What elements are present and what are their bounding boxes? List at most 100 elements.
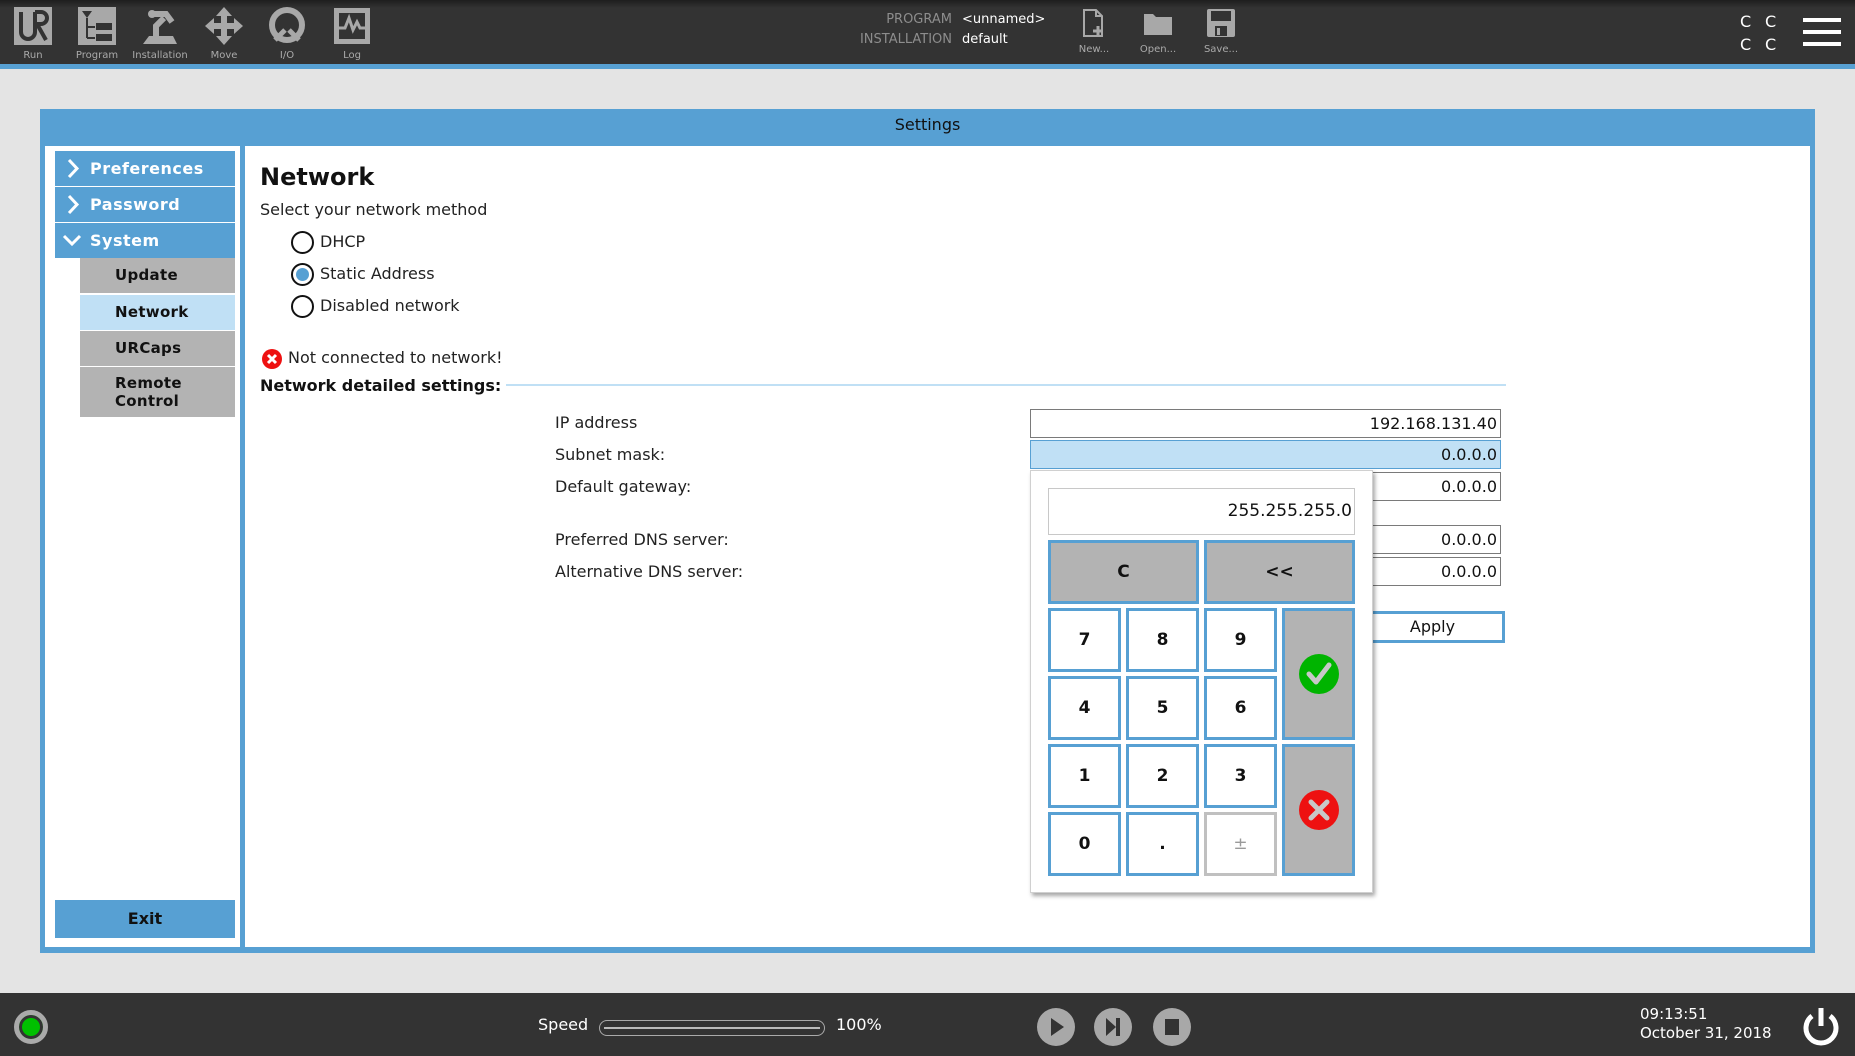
red-x-icon [1298,790,1339,830]
save-program-button[interactable]: Save... [1193,8,1249,55]
keypad-key-label: 2 [1156,766,1169,786]
sidebar-item-network[interactable]: Network [80,295,235,330]
save-label: Save... [1203,44,1239,55]
keypad-key-label: 1 [1078,766,1091,786]
robot-status-indicator[interactable] [14,1010,48,1044]
status-letter: C [1765,35,1777,54]
sidebar-item-label: Preferences [90,159,204,178]
radio-button[interactable] [291,295,314,318]
section-divider [506,384,1506,386]
keypad-cancel-button[interactable] [1282,744,1355,876]
keypad-key-0[interactable]: 0 [1048,812,1121,876]
keypad-key-decimal[interactable]: . [1126,812,1199,876]
speed-value: 100% [836,1015,882,1034]
new-file-icon [1083,9,1103,37]
toolbar-program[interactable]: Program [67,6,127,64]
keypad-key-label: 3 [1234,766,1247,786]
open-program-button[interactable]: Open... [1130,8,1186,55]
toolbar-io[interactable]: I/O [257,6,317,64]
keypad-key-3[interactable]: 3 [1204,744,1277,808]
subnet-mask-field[interactable]: 0.0.0.0 [1030,440,1501,469]
stop-icon [1165,1019,1179,1035]
toolbar-move[interactable]: Move [194,6,254,64]
sidebar-item-preferences[interactable]: Preferences [55,151,235,186]
save-disk-icon [1207,9,1235,37]
radio-label: Disabled network [320,296,460,315]
keypad-key-label: 9 [1234,630,1247,650]
sidebar-item-remote-control[interactable]: Remote Control [80,367,235,417]
radio-button[interactable] [291,263,314,286]
keypad-key-5[interactable]: 5 [1126,676,1199,740]
speed-label: Speed [538,1015,589,1034]
toolbar-accent-line [0,64,1855,69]
toolbar-run[interactable]: Run [3,6,63,64]
toolbar-installation-label: Installation [132,50,188,61]
keypad-key-label: 8 [1156,630,1169,650]
keypad-key-label: ± [1233,834,1248,854]
sidebar-item-label: System [90,231,160,250]
installation-name: default [962,32,1008,47]
keypad-key-7[interactable]: 7 [1048,608,1121,672]
play-icon [1051,1018,1064,1036]
keypad-key-label: . [1159,834,1166,854]
keypad-clear-button[interactable]: C [1048,540,1199,604]
radio-label: DHCP [320,232,366,251]
ip-address-field[interactable]: 192.168.131.40 [1030,409,1501,438]
sidebar-item-system[interactable]: System [55,223,235,258]
toolbar-installation[interactable]: Installation [130,6,190,64]
keypad-key-label: 4 [1078,698,1091,718]
keypad-key-1[interactable]: 1 [1048,744,1121,808]
speed-slider[interactable] [599,1020,825,1036]
status-letter: C [1740,35,1752,54]
network-status-text: Not connected to network! [288,348,503,367]
program-label: PROGRAM [886,12,952,27]
keypad-key-4[interactable]: 4 [1048,676,1121,740]
error-x-icon [262,348,282,369]
toolbar-move-label: Move [210,50,238,61]
green-check-icon [1298,654,1339,694]
network-method-prompt: Select your network method [260,200,488,219]
keypad-display[interactable]: 255.255.255.0 [1048,488,1355,535]
toolbar-run-label: Run [23,50,43,61]
open-folder-icon [1144,14,1172,35]
exit-button[interactable]: Exit [55,900,235,938]
chevron-down-icon [62,234,82,247]
network-status: Not connected to network! [262,348,503,369]
stop-button[interactable] [1153,1008,1191,1046]
sidebar-item-urcaps[interactable]: URCaps [80,331,235,366]
sidebar-item-update[interactable]: Update [80,258,235,293]
new-program-button[interactable]: New... [1066,8,1122,55]
keypad-key-9[interactable]: 9 [1204,608,1277,672]
settings-main-panel [245,146,1810,947]
io-icon [269,7,305,43]
toolbar-io-label: I/O [279,50,295,61]
keypad-key-2[interactable]: 2 [1126,744,1199,808]
ip-address-label: IP address [555,413,638,432]
toolbar-log[interactable]: Log [322,6,382,64]
play-button[interactable] [1037,1008,1075,1046]
bottom-bar [0,993,1855,1056]
sidebar-item-label: Remote Control [115,374,182,410]
keypad-ok-button[interactable] [1282,608,1355,740]
chevron-right-icon [67,158,80,179]
top-toolbar: Run Program Installation Move I/O Log PR… [0,0,1855,64]
keypad-backspace-button[interactable]: << [1204,540,1355,604]
hamburger-menu-icon[interactable] [1803,16,1841,48]
clock-date: October 31, 2018 [1640,1024,1772,1042]
keypad-key-8[interactable]: 8 [1126,608,1199,672]
step-button[interactable] [1094,1008,1132,1046]
sidebar-item-label: Update [115,266,178,284]
keypad-key-6[interactable]: 6 [1204,676,1277,740]
keypad-key-plus-minus: ± [1204,812,1277,876]
sidebar-item-password[interactable]: Password [55,187,235,222]
power-icon[interactable] [1800,1006,1842,1048]
open-label: Open... [1139,44,1177,55]
apply-button[interactable]: Apply [1360,611,1505,643]
settings-title: Settings [894,115,961,134]
detail-settings-heading: Network detailed settings: [260,376,502,395]
toolbar-log-label: Log [343,50,361,61]
keypad-key-label: 6 [1234,698,1247,718]
keypad-key-label: 5 [1156,698,1169,718]
installation-label: INSTALLATION [859,32,952,47]
radio-button[interactable] [291,231,314,254]
